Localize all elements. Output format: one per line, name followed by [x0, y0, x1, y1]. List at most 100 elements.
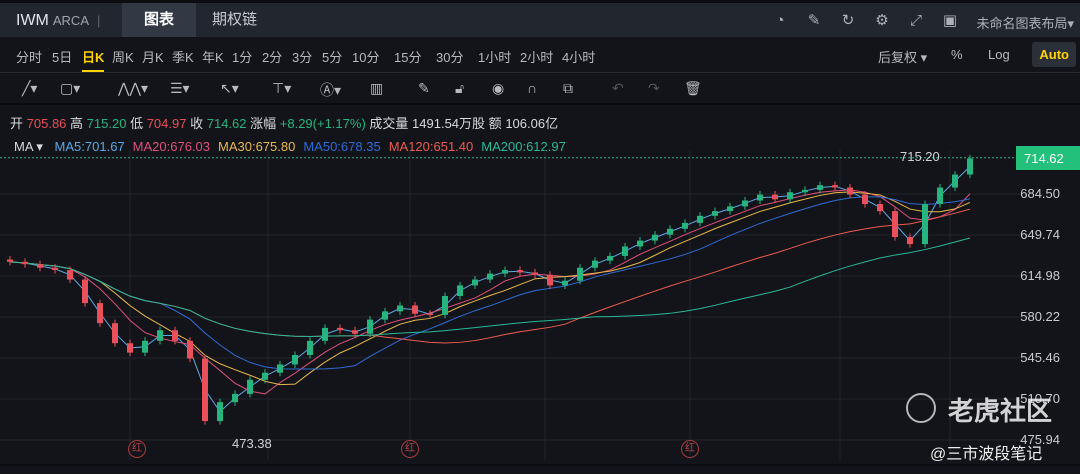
measure-tool-icon[interactable]: ⊤▾	[272, 80, 291, 97]
timeframe-1[interactable]: 5日	[52, 47, 72, 66]
low-marker: 473.38	[232, 436, 272, 451]
symbol-ticker: IWM	[16, 12, 49, 29]
open-label: 开	[10, 116, 24, 131]
layout-dropdown[interactable]: 未命名图表布局▾	[976, 13, 1074, 32]
timeframe-16[interactable]: 4小时	[562, 47, 595, 66]
magnet-icon[interactable]: ∩	[527, 80, 537, 96]
y-tick-label: 649.74	[1020, 227, 1060, 242]
drawing-toolbar: ╱▾ ▢▾ ⋀⋀▾ ☰▾ ↖▾ ⊤▾ Ⓐ▾ ▥ ✎ 🔓︎ ◉ ∩ ⧉ ↶ ↷ 🗑…	[0, 73, 1080, 105]
candle-body	[922, 204, 928, 245]
high-label: 高	[70, 116, 84, 131]
ma-line	[9, 189, 971, 395]
text-tool-icon[interactable]: Ⓐ▾	[320, 80, 341, 100]
log-button[interactable]: Log	[988, 47, 1010, 62]
watermark-author: @三市波段笔记	[930, 446, 1043, 463]
candle-body	[847, 187, 853, 195]
adjust-dropdown[interactable]: 后复权 ▾	[878, 47, 927, 66]
candle-body	[457, 285, 463, 297]
timeframe-5[interactable]: 季K	[172, 47, 194, 66]
candle-body	[802, 189, 808, 193]
candle-body	[292, 355, 298, 365]
timeframe-13[interactable]: 30分	[436, 47, 463, 66]
timeframe-2[interactable]: 日K	[82, 47, 105, 72]
edit-icon[interactable]: ✎	[804, 11, 824, 31]
grid-icon[interactable]: ▣	[940, 11, 960, 31]
candle-body	[547, 274, 553, 286]
redo-icon[interactable]: ↷	[648, 80, 660, 97]
event-marker[interactable]: 红	[681, 440, 699, 458]
candle-body	[37, 264, 43, 268]
candle-body	[352, 330, 358, 334]
timeframe-3[interactable]: 周K	[112, 47, 134, 66]
candle-body	[67, 270, 73, 280]
event-marker[interactable]: 红	[128, 440, 146, 458]
timeframe-14[interactable]: 1小时	[478, 47, 511, 66]
exchange: ARCA	[52, 13, 89, 28]
candle-body	[442, 296, 448, 315]
timeframe-4[interactable]: 月K	[142, 47, 164, 66]
candle-body	[232, 393, 238, 403]
candle-body	[667, 228, 673, 235]
candle-body	[787, 192, 793, 200]
volume-label: 成交量	[369, 116, 409, 131]
trash-icon[interactable]: 🗑︎	[684, 80, 702, 97]
candle-body	[577, 267, 583, 281]
candle-body	[892, 211, 898, 238]
last-price-tag: 714.62	[1016, 146, 1080, 170]
timeframe-6[interactable]: 年K	[202, 47, 224, 66]
fib-tool-icon[interactable]: ☰▾	[170, 80, 190, 97]
timeframe-15[interactable]: 2小时	[520, 47, 553, 66]
speedometer-icon[interactable]: ◔	[770, 11, 790, 31]
candle-body	[262, 372, 268, 380]
candle-body	[607, 255, 613, 261]
percent-button[interactable]: %	[951, 47, 963, 62]
open-value: 705.86	[26, 116, 67, 131]
refresh-icon[interactable]: ↻	[838, 11, 858, 31]
candle-body	[517, 270, 523, 273]
auto-button[interactable]: Auto	[1032, 42, 1076, 67]
candle-body	[307, 340, 313, 356]
arrow-tool-icon[interactable]: ↖▾	[220, 80, 239, 97]
pattern-tool-icon[interactable]: ⋀⋀▾	[118, 80, 148, 97]
event-marker[interactable]: 红	[401, 440, 419, 458]
candle-body	[427, 313, 433, 315]
y-tick-label: 614.98	[1020, 268, 1060, 283]
eye-icon[interactable]: ◉	[492, 80, 504, 97]
candle-body	[592, 260, 598, 268]
indicator-icon[interactable]: ▥	[370, 80, 383, 97]
candle-body	[157, 330, 163, 341]
undo-icon[interactable]: ↶	[612, 80, 624, 97]
tab-options-chain[interactable]: 期权链	[190, 3, 279, 37]
top-bar: IWM ARCA | 图表 期权链 ◔ ✎ ↻ ⚙ ⤢ ▣ 未命名图表布局▾	[0, 0, 1080, 37]
timeframe-0[interactable]: 分时	[16, 47, 42, 66]
line-tool-icon[interactable]: ╱▾	[22, 80, 37, 97]
candle-body	[862, 194, 868, 205]
rectangle-tool-icon[interactable]: ▢▾	[60, 80, 80, 97]
candle-body	[682, 222, 688, 229]
timeframe-11[interactable]: 10分	[352, 47, 379, 66]
pencil-icon[interactable]: ✎	[418, 80, 430, 97]
timeframe-8[interactable]: 2分	[262, 47, 282, 66]
clone-icon[interactable]: ⧉	[563, 80, 573, 97]
divider: |	[97, 13, 101, 28]
candle-body	[877, 204, 883, 212]
timeframe-10[interactable]: 5分	[322, 47, 342, 66]
candle-body	[817, 185, 823, 190]
candle-body	[637, 240, 643, 247]
candle-body	[712, 211, 718, 216]
fullscreen-icon[interactable]: ⤢	[906, 11, 926, 31]
candle-body	[277, 364, 283, 373]
timeframe-12[interactable]: 15分	[394, 47, 421, 66]
candle-body	[127, 343, 133, 353]
candle-body	[412, 305, 418, 314]
lock-icon[interactable]: 🔓︎	[455, 80, 464, 97]
tab-chart[interactable]: 图表	[122, 3, 197, 37]
candle-body	[952, 174, 958, 188]
timeframe-7[interactable]: 1分	[232, 47, 252, 66]
gear-icon[interactable]: ⚙	[872, 11, 892, 31]
bottom-panel-divider	[0, 464, 1080, 474]
ma-line	[9, 166, 971, 413]
y-tick-label: 684.50	[1020, 186, 1060, 201]
timeframe-9[interactable]: 3分	[292, 47, 312, 66]
candle-body	[472, 279, 478, 286]
